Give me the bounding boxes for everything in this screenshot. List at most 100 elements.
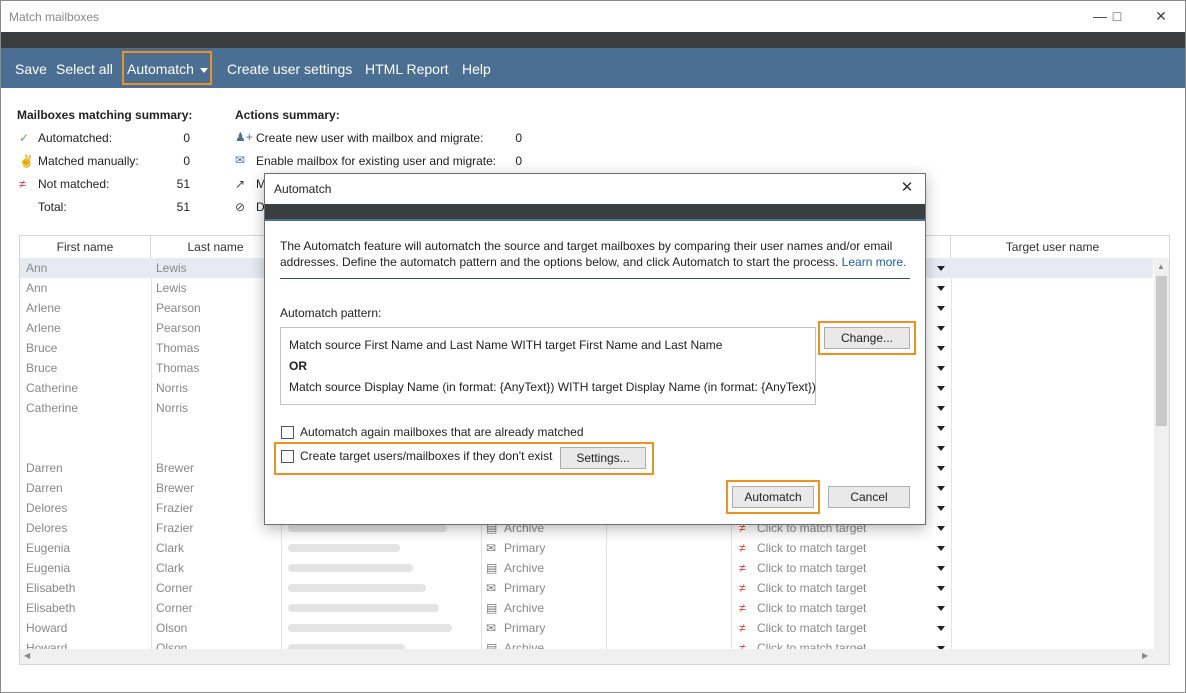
blurred-email xyxy=(288,584,426,592)
dropdown-arrow-icon[interactable] xyxy=(937,306,945,311)
dropdown-arrow-icon[interactable] xyxy=(937,626,945,631)
blurred-email xyxy=(288,624,452,632)
not-matched-icon: ≠ xyxy=(739,541,746,555)
cell-mailbox-type: Archive xyxy=(504,561,545,575)
matched-manually-value: 0 xyxy=(183,154,190,168)
dropdown-arrow-icon[interactable] xyxy=(937,366,945,371)
prohibited-icon: ⊘ xyxy=(235,200,246,214)
change-button[interactable]: Change... xyxy=(824,327,910,349)
cell-first-name: Arlene xyxy=(26,301,61,315)
dropdown-arrow-icon[interactable] xyxy=(937,426,945,431)
blurred-email xyxy=(288,524,447,532)
dropdown-arrow-icon[interactable] xyxy=(937,506,945,511)
learn-more-link[interactable]: Learn more. xyxy=(842,255,907,269)
horizontal-scrollbar[interactable]: ◀ ▶ xyxy=(20,649,1154,664)
header-first-name[interactable]: First name xyxy=(20,236,151,258)
dropdown-arrow-icon[interactable] xyxy=(937,406,945,411)
settings-button[interactable]: Settings... xyxy=(560,447,646,469)
dropdown-arrow-icon[interactable] xyxy=(937,566,945,571)
dropdown-arrow-icon[interactable] xyxy=(937,346,945,351)
not-equal-icon: ≠ xyxy=(19,177,26,191)
select-all-button[interactable]: Select all xyxy=(56,48,113,88)
table-row[interactable]: Elisabeth Corner ✉ Primary ≠ Click to match t… xyxy=(20,578,1153,598)
not-matched-icon: ≠ xyxy=(739,561,746,575)
dropdown-arrow-icon[interactable] xyxy=(937,466,945,471)
help-button[interactable]: Help xyxy=(462,48,491,88)
create-user-settings-button[interactable]: Create user settings xyxy=(227,48,352,88)
dropdown-arrow-icon[interactable] xyxy=(937,546,945,551)
dropdown-arrow-icon[interactable] xyxy=(937,606,945,611)
cell-last-name: Pearson xyxy=(156,301,201,315)
create-target-label: Create target users/mailboxes if they do… xyxy=(300,449,553,463)
dropdown-arrow-icon[interactable] xyxy=(937,586,945,591)
cell-last-name: Norris xyxy=(156,401,188,415)
cell-first-name: Arlene xyxy=(26,321,61,335)
table-row[interactable]: Eugenia Clark ▤ Archive ≠ Click to match targ… xyxy=(20,558,1153,578)
header-strip xyxy=(1,32,1185,48)
vertical-scrollbar[interactable]: ▲ xyxy=(1154,258,1169,664)
cell-last-name: Thomas xyxy=(156,361,200,375)
dropdown-arrow-icon[interactable] xyxy=(937,286,945,291)
dropdown-arrow-icon[interactable] xyxy=(937,266,945,271)
cell-first-name: Eugenia xyxy=(26,541,71,555)
matched-manually-label: Matched manually: xyxy=(38,154,139,168)
cell-first-name: Darren xyxy=(26,461,63,475)
dropdown-arrow-icon[interactable] xyxy=(937,326,945,331)
close-icon[interactable]: ✕ xyxy=(895,178,919,198)
cell-match-target[interactable]: Click to match target xyxy=(757,538,927,558)
total-label: Total: xyxy=(38,200,67,214)
cell-first-name: Elisabeth xyxy=(26,601,76,615)
cell-last-name: Frazier xyxy=(156,501,194,515)
dropdown-arrow-icon[interactable] xyxy=(937,486,945,491)
cell-mailbox-type: Archive xyxy=(504,601,545,615)
cell-match-target[interactable]: Click to match target xyxy=(757,598,927,618)
automatch-button[interactable]: Automatch xyxy=(732,486,814,508)
dropdown-arrow-icon[interactable] xyxy=(937,386,945,391)
cell-last-name: Brewer xyxy=(156,461,195,475)
cell-first-name: Bruce xyxy=(26,341,58,355)
table-row[interactable]: Eugenia Clark ✉ Primary ≠ Click to match targ… xyxy=(20,538,1153,558)
matching-summary-heading: Mailboxes matching summary: xyxy=(17,108,193,122)
dialog-header-accent xyxy=(265,219,925,221)
cell-last-name xyxy=(156,418,276,438)
dialog-separator xyxy=(280,278,910,279)
dropdown-arrow-icon[interactable] xyxy=(937,446,945,451)
cell-last-name: Lewis xyxy=(156,281,187,295)
hand-icon: ✌ xyxy=(19,154,34,168)
cell-match-target[interactable]: Click to match target xyxy=(757,578,927,598)
html-report-button[interactable]: HTML Report xyxy=(365,48,449,88)
scroll-up-icon[interactable]: ▲ xyxy=(1157,262,1165,271)
cell-last-name: Corner xyxy=(156,581,193,595)
header-target-user-name[interactable]: Target user name xyxy=(951,236,1154,258)
cell-first-name: Eugenia xyxy=(26,561,71,575)
close-window-icon[interactable]: ✕ xyxy=(1145,5,1177,27)
blurred-email xyxy=(288,564,413,572)
create-target-checkbox[interactable] xyxy=(281,450,294,463)
create-user-value: 0 xyxy=(515,131,522,145)
save-button[interactable]: Save xyxy=(15,48,47,88)
table-row[interactable]: Howard Olson ✉ Primary ≠ Click to match targe… xyxy=(20,618,1153,638)
scroll-left-icon[interactable]: ◀ xyxy=(24,651,30,660)
scrollbar-thumb[interactable] xyxy=(1156,276,1167,426)
scroll-right-icon[interactable]: ▶ xyxy=(1142,651,1148,660)
not-matched-icon: ≠ xyxy=(739,601,746,615)
mail-icon: ✉ xyxy=(486,541,497,555)
cell-last-name xyxy=(156,438,276,458)
table-row[interactable]: Elisabeth Corner ▤ Archive ≠ Click to match t… xyxy=(20,598,1153,618)
dialog-title: Automatch xyxy=(274,182,332,196)
cell-mailbox-type: Primary xyxy=(504,621,546,635)
header-last-name[interactable]: Last name xyxy=(151,236,281,258)
cell-last-name: Lewis xyxy=(156,261,187,275)
cell-last-name: Brewer xyxy=(156,481,195,495)
cancel-button[interactable]: Cancel xyxy=(828,486,910,508)
mail-icon: ✉ xyxy=(486,581,497,595)
title-bar: Match mailboxes — □ ✕ xyxy=(1,1,1185,32)
cell-match-target[interactable]: Click to match target xyxy=(757,558,927,578)
cell-match-target[interactable]: Click to match target xyxy=(757,618,927,638)
automatch-again-checkbox[interactable] xyxy=(281,426,294,439)
maximize-icon[interactable]: □ xyxy=(1101,5,1133,27)
cell-first-name: Delores xyxy=(26,521,68,535)
dropdown-arrow-icon[interactable] xyxy=(937,526,945,531)
window-title: Match mailboxes xyxy=(9,10,100,24)
cell-mailbox-type: Primary xyxy=(504,541,546,555)
